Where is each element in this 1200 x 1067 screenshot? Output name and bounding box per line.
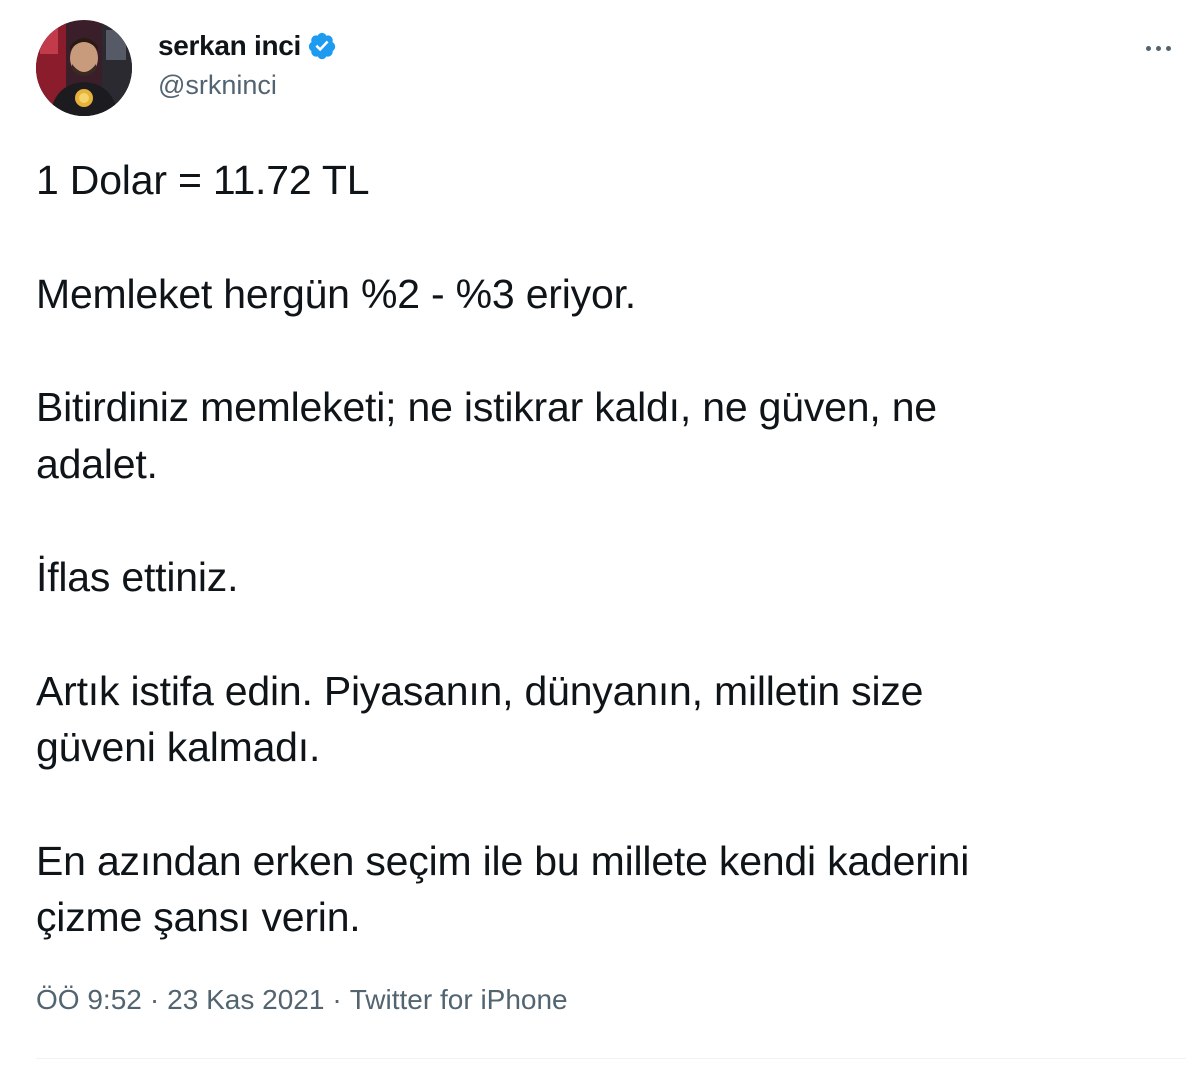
tweet-line: Memleket hergün %2 - %3 eriyor. xyxy=(36,270,636,317)
tweet-line: adalet. xyxy=(36,440,158,487)
tweet-time[interactable]: ÖÖ 9:52 xyxy=(36,984,142,1016)
avatar[interactable] xyxy=(36,20,132,116)
author-display-name[interactable]: serkan inci xyxy=(158,30,301,62)
tweet-line: En azından erken seçim ile bu millete ke… xyxy=(36,837,970,884)
tweet-line: güveni kalmadı. xyxy=(36,724,321,770)
tweet-paragraph: İflas ettiniz. xyxy=(36,549,1156,606)
tweet-text: 1 Dolar = 11.72 TL Memleket hergün %2 - … xyxy=(36,152,1156,1003)
tweet-line: Artık istifa edin. Piyasanın, dünyanın, … xyxy=(36,667,924,714)
tweet-paragraph: Memleket hergün %2 - %3 eriyor. xyxy=(36,266,1156,323)
tweet-card: serkan inci @srkninci 1 Dolar = 11.72 TL… xyxy=(0,0,1200,1067)
tweet-date[interactable]: 23 Kas 2021 xyxy=(167,984,324,1016)
tweet-meta: ÖÖ 9:52 · 23 Kas 2021 · Twitter for iPho… xyxy=(36,984,568,1016)
tweet-paragraph: 1 Dolar = 11.72 TL xyxy=(36,152,1156,209)
meta-separator: · xyxy=(332,984,342,1015)
meta-separator: · xyxy=(149,984,160,1015)
tweet-line: Bitirdiniz memleketi; ne istikrar kaldı,… xyxy=(36,384,937,430)
verified-badge-icon xyxy=(307,31,337,61)
tweet-line: 1 Dolar = 11.72 TL xyxy=(36,157,370,203)
tweet-line: çizme şansı verin. xyxy=(36,894,361,940)
tweet-paragraph: Artık istifa edin. Piyasanın, dünyanın, … xyxy=(36,663,1156,776)
author-handle[interactable]: @srkninci xyxy=(158,70,277,101)
tweet-line: İflas ettiniz. xyxy=(36,554,239,600)
divider xyxy=(36,1058,1186,1059)
author-name-row: serkan inci xyxy=(158,28,337,64)
more-options-icon[interactable] xyxy=(1138,30,1178,66)
tweet-paragraph: Bitirdiniz memleketi; ne istikrar kaldı,… xyxy=(36,379,1156,492)
tweet-source[interactable]: Twitter for iPhone xyxy=(350,984,568,1016)
tweet-paragraph: En azından erken seçim ile bu millete ke… xyxy=(36,833,1156,946)
